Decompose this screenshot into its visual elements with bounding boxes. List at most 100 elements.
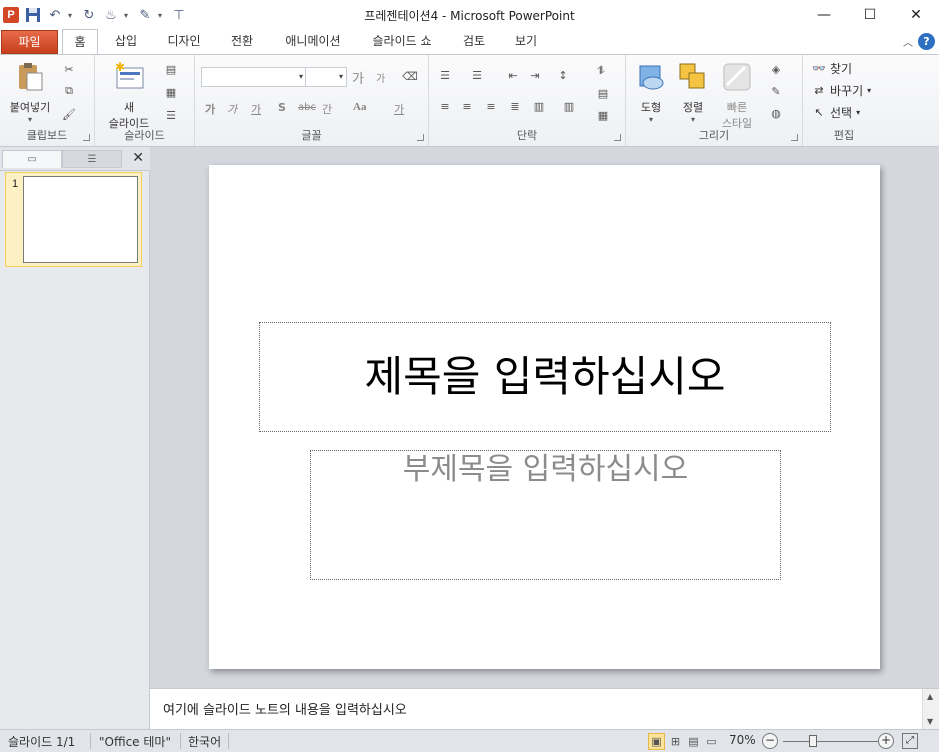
font-name-dropdown-icon[interactable]: ▾ <box>299 72 303 81</box>
select-dropdown-icon[interactable]: ▾ <box>856 108 860 117</box>
tab-slides-thumbnails[interactable]: ▭ <box>2 150 62 168</box>
zoom-level[interactable]: 70% <box>729 733 756 747</box>
align-left-icon[interactable]: ≡ <box>437 98 453 114</box>
justify-icon[interactable]: ≣ <box>507 98 523 114</box>
layout-icon[interactable]: ▤ <box>163 61 179 77</box>
shape-effects-icon[interactable]: ◍ <box>768 105 784 121</box>
italic-button[interactable]: 가 <box>227 101 237 117</box>
bullets-icon[interactable]: ☰ <box>437 67 453 83</box>
save-icon[interactable] <box>24 6 42 24</box>
underline-button[interactable]: 가 <box>251 101 261 117</box>
zoom-slider-thumb[interactable] <box>809 735 817 747</box>
reading-view-icon[interactable]: ▤ <box>685 733 702 750</box>
shape-fill-icon[interactable]: ◈ <box>768 61 784 77</box>
pane-close-icon[interactable]: ✕ <box>132 150 144 166</box>
numbering-icon[interactable]: ☰ <box>469 67 485 83</box>
pen-icon[interactable]: ✎ <box>136 6 154 24</box>
replace-button[interactable]: ⇄ 바꾸기 ▾ <box>811 82 871 99</box>
clear-formatting-icon[interactable]: ⌫ <box>402 68 418 84</box>
paste-dropdown-icon[interactable]: ▾ <box>4 115 56 124</box>
zoom-slider-track[interactable] <box>783 741 878 742</box>
clipboard-launcher-icon[interactable] <box>83 134 90 141</box>
normal-view-icon[interactable]: ▣ <box>648 733 665 750</box>
tab-home[interactable]: 홈 <box>62 29 98 55</box>
drawing-launcher-icon[interactable] <box>791 134 798 141</box>
pen-dropdown-icon[interactable]: ▾ <box>158 11 166 20</box>
tab-view[interactable]: 보기 <box>508 29 544 54</box>
line-spacing-icon[interactable]: ↕ <box>555 67 571 83</box>
find-button[interactable]: 👓 찾기 <box>811 60 852 77</box>
decrease-indent-icon[interactable]: ⇤ <box>505 67 521 83</box>
bold-button[interactable]: 가 <box>205 101 215 117</box>
align-center-icon[interactable]: ≡ <box>459 98 475 114</box>
align-text-icon[interactable]: ▤ <box>595 85 611 101</box>
tab-outline[interactable]: ☰ <box>62 150 122 168</box>
font-size-dropdown-icon[interactable]: ▾ <box>339 72 343 81</box>
undo-dropdown-icon[interactable]: ▾ <box>68 11 76 20</box>
format-painter-icon[interactable]: ♨ <box>102 6 120 24</box>
tab-review[interactable]: 검토 <box>456 29 492 54</box>
paragraph-launcher-icon[interactable] <box>614 134 621 141</box>
tab-animations[interactable]: 애니메이션 <box>276 29 350 54</box>
select-button[interactable]: ↖ 선택 ▾ <box>811 104 860 121</box>
tab-insert[interactable]: 삽입 <box>105 29 147 54</box>
scroll-up-icon[interactable]: ▲ <box>927 692 933 701</box>
theme-name[interactable]: "Office 테마" <box>99 733 171 750</box>
slideshow-view-icon[interactable]: ▭ <box>703 733 720 750</box>
new-slide-button[interactable]: ✱ 새 슬라이드 <box>99 60 159 131</box>
zoom-in-button[interactable]: + <box>878 733 894 749</box>
font-name-combo[interactable]: ▾ <box>201 67 307 87</box>
fit-to-window-icon[interactable]: ⤢ <box>902 733 918 749</box>
format-painter-brush-icon[interactable]: 🖌 <box>61 106 77 122</box>
reset-icon[interactable]: ▦ <box>163 84 179 100</box>
language-indicator[interactable]: 한국어 <box>188 733 221 750</box>
text-shadow-button[interactable]: S <box>278 101 286 114</box>
notes-placeholder[interactable]: 여기에 슬라이드 노트의 내용을 입력하십시오 <box>163 699 407 718</box>
minimize-ribbon-icon[interactable]: ︿ <box>903 34 913 49</box>
slide-counter[interactable]: 슬라이드 1/1 <box>8 733 75 750</box>
shape-outline-icon[interactable]: ✎ <box>768 83 784 99</box>
subtitle-placeholder[interactable]: 부제목을 입력하십시오 <box>310 450 781 580</box>
notes-pane[interactable]: 여기에 슬라이드 노트의 내용을 입력하십시오 ▲ ▼ <box>150 688 939 730</box>
shapes-dropdown-icon[interactable]: ▾ <box>632 115 670 124</box>
tab-file[interactable]: 파일 <box>1 30 58 54</box>
align-right-icon[interactable]: ≡ <box>483 98 499 114</box>
slide-sorter-view-icon[interactable]: ⊞ <box>667 733 684 750</box>
arrange-button[interactable]: 정렬 ▾ <box>673 61 713 124</box>
font-launcher-icon[interactable] <box>417 134 424 141</box>
increase-indent-icon[interactable]: ⇥ <box>527 67 543 83</box>
tab-design[interactable]: 디자인 <box>160 29 208 54</box>
slide-canvas[interactable]: 제목을 입력하십시오 부제목을 입력하십시오 <box>209 165 880 669</box>
redo-icon[interactable]: ↻ <box>80 6 98 24</box>
font-size-combo[interactable]: ▾ <box>305 67 347 87</box>
tab-slide-show[interactable]: 슬라이드 쇼 <box>362 29 442 54</box>
shrink-font-button[interactable]: 가 <box>376 70 385 85</box>
title-placeholder[interactable]: 제목을 입력하십시오 <box>259 322 831 432</box>
close-button[interactable]: ✕ <box>893 0 939 30</box>
section-icon[interactable]: ☰ <box>163 107 179 123</box>
cut-icon[interactable]: ✂ <box>61 61 77 77</box>
paste-button[interactable]: 붙여넣기 ▾ <box>4 61 56 124</box>
zoom-out-button[interactable]: − <box>762 733 778 749</box>
customize-qat-icon[interactable]: ⊤ <box>170 6 188 24</box>
undo-icon[interactable]: ↶ <box>46 6 64 24</box>
format-painter-dropdown-icon[interactable]: ▾ <box>124 11 132 20</box>
app-menu-icon[interactable]: P <box>2 6 20 24</box>
quick-styles-button[interactable]: 빠른 스타일 <box>714 61 760 131</box>
slide-thumbnail[interactable] <box>23 176 138 263</box>
change-case-button[interactable]: Aa <box>353 101 366 113</box>
shapes-button[interactable]: 도형 ▾ <box>632 61 670 124</box>
strikethrough-button[interactable]: abc <box>298 102 316 113</box>
columns-icon[interactable]: ▥ <box>561 98 577 114</box>
replace-dropdown-icon[interactable]: ▾ <box>867 86 871 95</box>
arrange-dropdown-icon[interactable]: ▾ <box>673 115 713 124</box>
notes-scrollbar[interactable]: ▲ ▼ <box>922 689 939 730</box>
copy-icon[interactable]: ⧉ <box>61 83 77 99</box>
minimize-button[interactable]: — <box>801 0 847 30</box>
text-direction-icon[interactable]: ⥮ <box>593 63 609 79</box>
font-color-button[interactable]: 가 <box>394 101 404 117</box>
distribute-icon[interactable]: ▥ <box>531 98 547 114</box>
convert-smartart-icon[interactable]: ▦ <box>595 107 611 123</box>
grow-font-button[interactable]: 가 <box>352 68 364 87</box>
char-spacing-button[interactable]: 간 <box>322 101 332 117</box>
